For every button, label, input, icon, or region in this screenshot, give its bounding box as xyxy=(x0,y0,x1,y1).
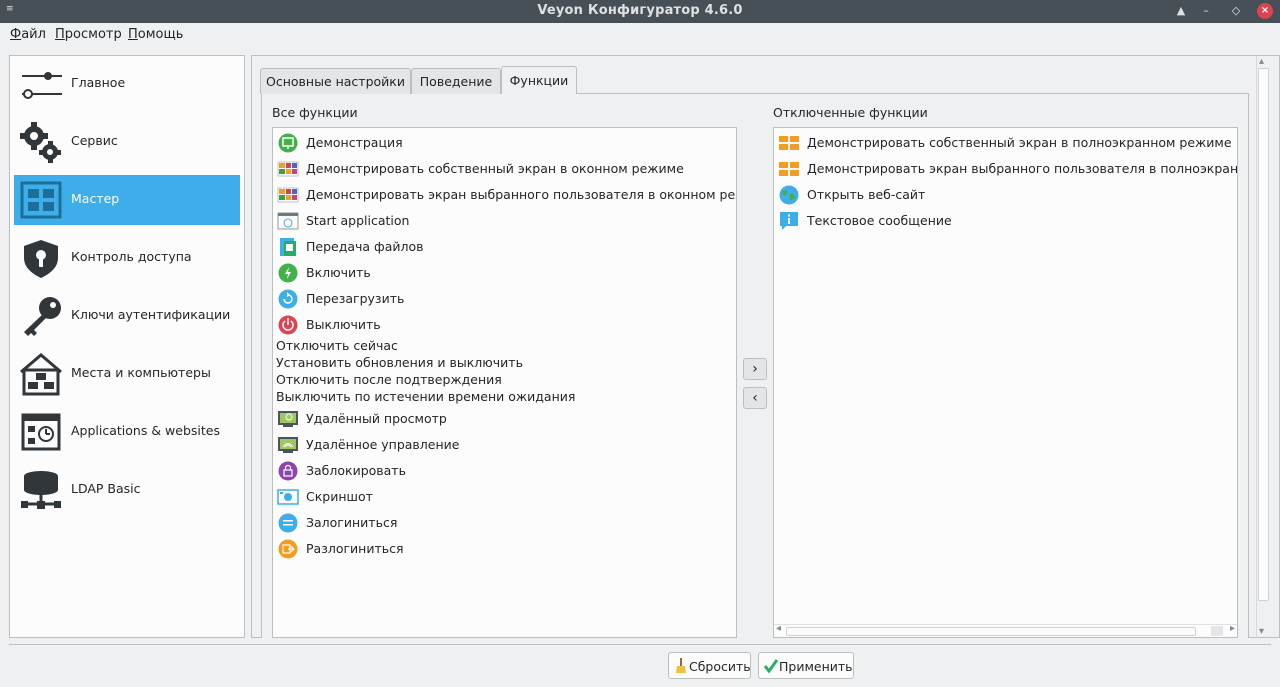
minimize-icon[interactable]: – xyxy=(1198,3,1214,19)
file-transfer-icon xyxy=(280,238,296,256)
reboot-icon xyxy=(278,289,298,309)
fullscreen-demo-icon xyxy=(779,162,799,176)
window-title: Veyon Конфигуратор 4.6.0 xyxy=(537,3,743,18)
sidebar: Главное Сервис Мастер Контроль доступа К… xyxy=(9,55,245,638)
master-grid-icon xyxy=(20,181,62,219)
list-item[interactable]: Залогиниться xyxy=(273,510,736,536)
list-item[interactable]: Скриншот xyxy=(273,484,736,510)
sidebar-item-service[interactable]: Сервис xyxy=(14,117,240,167)
list-item[interactable]: Демонстрировать экран выбранного пользов… xyxy=(774,156,1237,182)
list-item[interactable]: Выключить по истечении времени ожидания xyxy=(273,388,736,405)
list-item[interactable]: Передача файлов xyxy=(273,234,736,260)
all-features-list[interactable]: Демонстрация Демонстрировать собственный… xyxy=(272,127,737,638)
gears-icon xyxy=(20,122,61,163)
apply-button[interactable]: Применить xyxy=(758,652,854,679)
sidebar-item-label: Контроль доступа xyxy=(71,249,192,264)
sidebar-item-master[interactable]: Мастер xyxy=(14,175,240,225)
lock-icon xyxy=(278,461,298,481)
sidebar-item-access-control[interactable]: Контроль доступа xyxy=(14,233,240,283)
key-icon xyxy=(24,297,61,336)
main-vscrollbar[interactable]: ▴ ▾ xyxy=(1256,56,1270,637)
menu-file[interactable]: Файл xyxy=(10,27,46,42)
list-item[interactable]: Отключить сейчас xyxy=(273,337,736,354)
list-item[interactable]: Установить обновления и выключить xyxy=(273,354,736,371)
list-item[interactable]: Включить xyxy=(273,260,736,286)
sidebar-item-general[interactable]: Главное xyxy=(14,59,240,109)
menu-bar: Файл Просмотр Помощь xyxy=(0,23,1280,47)
keep-above-icon[interactable]: ▲ xyxy=(1173,3,1189,19)
list-item[interactable]: Демонстрировать экран выбранного пользов… xyxy=(273,182,736,208)
scroll-up-icon[interactable]: ▴ xyxy=(1259,56,1264,67)
shield-lock-icon xyxy=(24,240,58,278)
screenshot-icon xyxy=(277,489,299,505)
sidebar-item-auth-keys[interactable]: Ключи аутентификации xyxy=(14,291,240,341)
list-item[interactable]: Демонстрация xyxy=(273,130,736,156)
logout-icon xyxy=(278,539,298,559)
info-message-icon xyxy=(780,212,798,230)
bottom-separator xyxy=(9,644,1271,645)
sliders-icon xyxy=(22,72,62,99)
power-off-icon xyxy=(278,315,298,335)
list-item[interactable]: Отключить после подтверждения xyxy=(273,371,736,388)
tab-basic-settings[interactable]: Основные настройки xyxy=(260,68,411,94)
menu-help[interactable]: Помощь xyxy=(128,27,183,42)
scroll-track-end xyxy=(1211,626,1223,636)
scroll-thumb[interactable] xyxy=(786,627,1196,636)
maximize-icon[interactable]: ◇ xyxy=(1228,3,1244,19)
remote-view-icon xyxy=(278,411,298,427)
sidebar-item-label: Applications & websites xyxy=(71,423,220,438)
close-icon[interactable]: × xyxy=(1257,3,1273,19)
disabled-features-label: Отключенные функции xyxy=(773,105,928,120)
sidebar-item-label: Места и компьютеры xyxy=(71,365,211,380)
scroll-left-icon[interactable]: ◂ xyxy=(776,623,781,634)
reset-button[interactable]: Сбросить xyxy=(668,652,751,679)
scroll-right-icon[interactable]: ▸ xyxy=(1230,623,1235,634)
fullscreen-demo-icon xyxy=(779,136,799,150)
power-on-icon xyxy=(278,263,298,283)
house-computers-icon xyxy=(20,353,62,396)
sidebar-item-label: Главное xyxy=(71,75,126,90)
list-item[interactable]: Перезагрузить xyxy=(273,286,736,312)
menu-view[interactable]: Просмотр xyxy=(55,27,122,42)
disabled-features-list[interactable]: Демонстрировать собственный экран в полн… xyxy=(773,127,1238,638)
start-app-icon xyxy=(277,212,299,230)
title-bar: ≡ Veyon Конфигуратор 4.6.0 ▲ – ◇ × xyxy=(0,0,1280,23)
broom-icon xyxy=(676,658,686,673)
sidebar-item-label: Мастер xyxy=(71,191,120,206)
sidebar-item-ldap[interactable]: LDAP Basic xyxy=(14,465,240,515)
list-item[interactable]: Открыть веб-сайт xyxy=(774,182,1237,208)
window-demo-icon xyxy=(277,187,299,203)
list-item[interactable]: Заблокировать xyxy=(273,458,736,484)
globe-icon xyxy=(779,185,799,205)
enable-feature-button[interactable]: › xyxy=(743,358,767,380)
window-demo-icon xyxy=(277,161,299,177)
list-item[interactable]: Start application xyxy=(273,208,736,234)
sidebar-item-label: Ключи аутентификации xyxy=(71,307,231,322)
list-item[interactable]: Выключить xyxy=(273,312,736,338)
sidebar-item-locations[interactable]: Места и компьютеры xyxy=(14,349,240,399)
all-features-label: Все функции xyxy=(272,105,358,120)
scroll-thumb[interactable] xyxy=(1258,68,1269,601)
list-item[interactable]: Разлогиниться xyxy=(273,536,736,562)
remote-control-icon xyxy=(278,437,298,453)
list-item[interactable]: Демонстрировать собственный экран в полн… xyxy=(774,130,1237,156)
checkmark-icon xyxy=(764,659,778,674)
login-icon xyxy=(278,513,298,533)
sidebar-item-label: Сервис xyxy=(71,133,118,148)
list-item[interactable]: Удалённое управление xyxy=(273,432,736,458)
sidebar-item-applications[interactable]: Applications & websites xyxy=(14,407,240,457)
disabled-list-hscrollbar[interactable]: ◂ ▸ xyxy=(774,623,1237,637)
tab-features[interactable]: Функции xyxy=(501,66,577,94)
list-item[interactable]: Текстовое сообщение xyxy=(774,208,1237,234)
apps-websites-icon xyxy=(21,413,61,451)
tab-behavior[interactable]: Поведение xyxy=(411,68,501,94)
list-item[interactable]: Удалённый просмотр xyxy=(273,406,736,432)
scroll-down-icon[interactable]: ▾ xyxy=(1259,626,1264,637)
sidebar-item-label: LDAP Basic xyxy=(71,481,141,496)
database-network-icon xyxy=(21,471,61,509)
list-item[interactable]: Демонстрировать собственный экран в окон… xyxy=(273,156,736,182)
demo-icon xyxy=(278,133,298,153)
disable-feature-button[interactable]: ‹ xyxy=(743,387,767,409)
